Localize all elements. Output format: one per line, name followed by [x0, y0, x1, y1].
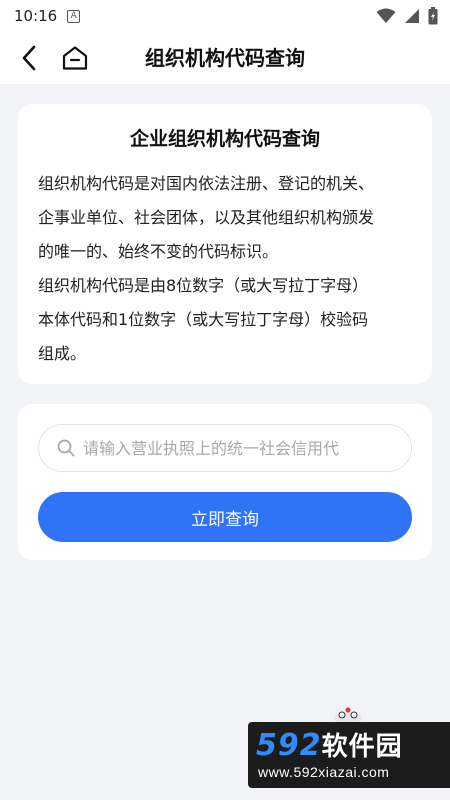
- info-card: 企业组织机构代码查询 组织机构代码是对国内依法注册、登记的机关、 企事业单位、社…: [18, 104, 432, 384]
- query-card: 立即查询: [18, 404, 432, 560]
- search-box[interactable]: [38, 424, 412, 472]
- query-button[interactable]: 立即查询: [38, 492, 412, 542]
- watermark-name: 软件园: [321, 732, 403, 762]
- chevron-left-icon: [22, 45, 36, 71]
- status-bar: 10:16 A: [0, 0, 450, 32]
- watermark-url: www.592xiazai.com: [258, 764, 390, 780]
- status-icons: [376, 7, 438, 25]
- info-card-description: 组织机构代码是对国内依法注册、登记的机关、 企事业单位、社会团体，以及其他组织机…: [38, 174, 375, 363]
- home-button[interactable]: [60, 44, 90, 72]
- watermark-number: 592: [256, 728, 322, 763]
- battery-icon: [428, 7, 438, 25]
- search-icon: [57, 439, 75, 457]
- credit-code-input[interactable]: [83, 438, 411, 458]
- home-icon: [62, 46, 88, 70]
- app-header: 组织机构代码查询: [0, 32, 450, 84]
- back-button[interactable]: [16, 44, 42, 72]
- notification-a-icon: A: [67, 9, 81, 23]
- cellular-icon: [405, 9, 419, 23]
- watermark-title: 592软件园: [256, 726, 403, 763]
- watermark-logo: 592软件园 www.592xiazai.com: [248, 722, 450, 788]
- info-card-title: 企业组织机构代码查询: [129, 128, 320, 150]
- status-time: 10:16: [14, 7, 58, 25]
- wifi-icon: [376, 8, 396, 23]
